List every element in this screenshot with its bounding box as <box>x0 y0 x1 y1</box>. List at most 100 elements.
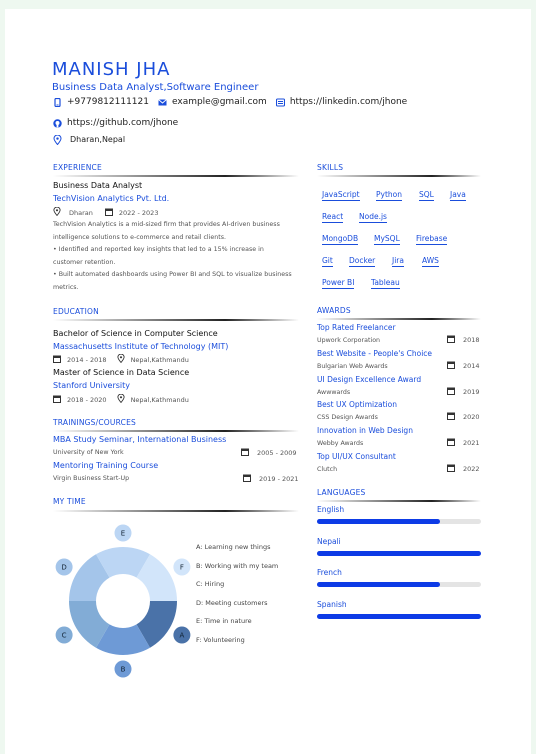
skill-tag[interactable]: Tableau <box>371 278 400 289</box>
calendar-icon <box>241 448 249 458</box>
donut-label-letter: A <box>179 632 184 640</box>
skill-tag[interactable]: Python <box>376 190 402 201</box>
training-dates: 2019 - 2021 <box>259 475 299 483</box>
languages-divider <box>317 500 481 502</box>
skill-tag[interactable]: Node.js <box>359 212 387 223</box>
language-name: French <box>317 568 342 578</box>
calendar-icon <box>447 387 455 397</box>
education-dates: 2014 - 2018 <box>67 355 107 364</box>
legend-item: C: Hiring <box>196 580 225 588</box>
award-title[interactable]: Innovation in Web Design <box>317 426 413 435</box>
skill-tag[interactable]: JavaScript <box>322 190 360 201</box>
award-year: 2019 <box>463 387 480 396</box>
email-icon <box>158 98 167 107</box>
skill-tag[interactable]: SQL <box>419 190 434 201</box>
calendar-icon <box>447 361 455 371</box>
training-org: Virgin Business Start-Up <box>53 475 130 482</box>
award-org: Clutch <box>317 466 338 473</box>
calendar-icon <box>447 438 455 448</box>
skill-tag[interactable]: Git <box>322 256 333 267</box>
skills-divider <box>317 175 481 177</box>
award-year-row: 2020 <box>447 412 480 422</box>
experience-heading: EXPERIENCE <box>53 163 102 172</box>
trainings-heading: TRAININGS/COURCES <box>53 418 136 427</box>
job-description: TechVision Analytics is a mid-sized firm… <box>53 219 293 294</box>
award-org: Awwwards <box>317 388 351 396</box>
linkedin-link[interactable]: https://linkedin.com/jhone <box>290 97 407 107</box>
candidate-role: Business Data Analyst,Software Engineer <box>52 82 259 93</box>
mytime-heading: MY TIME <box>53 497 86 506</box>
time-donut-chart: A B C D E F <box>55 524 191 678</box>
languages-heading: LANGUAGES <box>317 488 366 497</box>
education-degree: Bachelor of Science in Computer Science <box>53 329 218 338</box>
skill-tag[interactable]: AWS <box>422 256 439 267</box>
skill-tag[interactable]: Power BI <box>322 278 355 289</box>
skill-tag[interactable]: Java <box>450 190 466 201</box>
calendar-icon <box>53 395 61 405</box>
training-dates-row: 2005 - 2009 <box>241 448 297 458</box>
language-level-bar <box>317 614 481 620</box>
award-title[interactable]: UI Design Excellence Award <box>317 375 421 384</box>
location-pin-icon <box>53 206 61 218</box>
training-dates-row: 2019 - 2021 <box>243 474 299 484</box>
award-org: Upwork Corporation <box>317 337 381 344</box>
job-company[interactable]: TechVision Analytics Pvt. Ltd. <box>53 194 169 203</box>
language-name: Nepali <box>317 536 341 546</box>
training-title[interactable]: Mentoring Training Course <box>53 461 158 470</box>
education-location: Nepal,Kathmandu <box>130 395 189 404</box>
award-year: 2022 <box>463 465 480 473</box>
skill-tag[interactable]: Jira <box>392 256 404 267</box>
phone-number[interactable]: +9779812111121 <box>67 97 149 107</box>
education-divider <box>53 319 299 321</box>
job-desc-line: • Built automated dashboards using Power… <box>53 271 292 291</box>
mytime-divider <box>53 510 299 512</box>
education-school[interactable]: Massachusetts Institute of Technology (M… <box>53 342 228 351</box>
language-level-fill <box>317 614 481 620</box>
job-desc-line: TechVision Analytics is a mid-sized firm… <box>53 221 280 241</box>
skill-tag[interactable]: Firebase <box>416 234 448 245</box>
language-level-fill <box>317 582 440 588</box>
calendar-icon <box>104 208 113 218</box>
language-level-fill <box>317 519 440 524</box>
language-level-bar <box>317 519 481 524</box>
location-text: Dharan,Nepal <box>70 135 126 144</box>
github-icon <box>53 118 62 128</box>
location-pin-icon <box>117 353 125 365</box>
education-meta: 2018 - 2020 Nepal,Kathmandu <box>53 393 189 405</box>
award-title[interactable]: Top UI/UX Consultant <box>317 452 396 461</box>
donut-label-letter: B <box>121 666 126 674</box>
legend-item: E: Time in nature <box>196 617 252 625</box>
training-dates: 2005 - 2009 <box>257 449 297 457</box>
donut-label-letter: C <box>62 632 67 640</box>
award-year-row: 2019 <box>447 387 480 397</box>
location-pin-icon <box>117 393 125 405</box>
location-row: Dharan,Nepal <box>53 134 126 146</box>
job-desc-line: • Identified and reported key insights t… <box>53 246 264 266</box>
training-title[interactable]: MBA Study Seminar, International Busines… <box>53 435 226 444</box>
trainings-divider <box>53 430 299 432</box>
calendar-icon <box>447 412 455 422</box>
job-dates: 2022 - 2023 <box>118 208 159 217</box>
legend-item: B: Working with my team <box>196 561 279 570</box>
job-meta: Dharan 2022 - 2023 <box>53 206 159 218</box>
experience-divider <box>53 175 299 177</box>
github-link[interactable]: https://github.com/jhone <box>67 118 178 128</box>
location-pin-icon <box>53 134 62 146</box>
language-name: Spanish <box>317 600 347 610</box>
skill-tag[interactable]: MySQL <box>374 234 400 245</box>
skill-tag[interactable]: MongoDB <box>322 234 359 245</box>
education-school[interactable]: Stanford University <box>53 381 130 390</box>
skill-tag[interactable]: Docker <box>349 256 376 267</box>
calendar-icon <box>447 464 455 474</box>
award-title[interactable]: Best Website - People's Choice <box>317 349 432 358</box>
skill-tag[interactable]: React <box>322 212 344 223</box>
legend-item: D: Meeting customers <box>196 598 268 607</box>
award-title[interactable]: Top Rated Freelancer <box>317 323 396 332</box>
award-title[interactable]: Best UX Optimization <box>317 400 397 409</box>
email-address[interactable]: example@gmail.com <box>172 97 267 107</box>
legend-item: A: Learning new things <box>196 543 271 551</box>
award-year-row: 2022 <box>447 464 480 474</box>
time-legend: A: Learning new things B: Working with m… <box>196 543 278 654</box>
award-year: 2018 <box>463 336 480 344</box>
education-heading: EDUCATION <box>53 307 99 316</box>
